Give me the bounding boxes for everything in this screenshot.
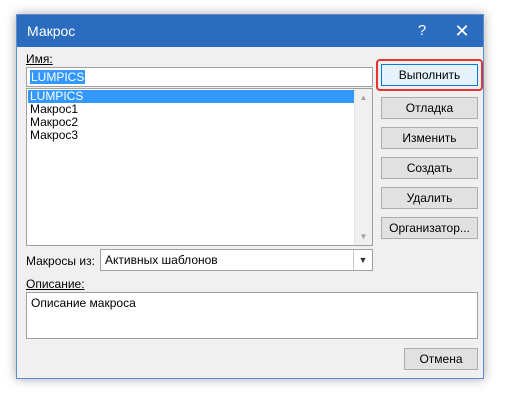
macro-list[interactable]: LUMPICS Макрос1 Макрос2 Макрос3 ▲ ▼: [26, 88, 373, 246]
title-bar: Макрос ? ✕: [17, 15, 483, 47]
help-button[interactable]: ?: [403, 15, 441, 47]
list-scrollbar[interactable]: ▲ ▼: [354, 89, 372, 245]
macro-dialog: Макрос ? ✕ Имя: LUMPICS LUMPICS Макрос1 …: [16, 14, 484, 379]
macros-from-value: Активных шаблонов: [105, 253, 218, 267]
scroll-up-icon[interactable]: ▲: [355, 89, 372, 106]
list-item-macro3[interactable]: Макрос3: [28, 129, 354, 142]
edit-button[interactable]: Изменить: [381, 127, 478, 149]
window-title: Макрос: [27, 23, 76, 39]
cancel-button[interactable]: Отмена: [404, 348, 478, 370]
chevron-down-icon[interactable]: ▼: [353, 250, 372, 270]
create-button[interactable]: Создать: [381, 157, 478, 179]
macros-from-select[interactable]: Активных шаблонов ▼: [100, 249, 373, 271]
scroll-down-icon[interactable]: ▼: [355, 228, 372, 245]
organizer-button[interactable]: Организатор...: [381, 217, 478, 239]
description-label: Описание:: [26, 277, 85, 291]
debug-button[interactable]: Отладка: [381, 97, 478, 119]
macro-name-input[interactable]: LUMPICS: [26, 67, 373, 87]
close-button[interactable]: ✕: [443, 15, 481, 47]
delete-button[interactable]: Удалить: [381, 187, 478, 209]
macro-name-value: LUMPICS: [30, 70, 86, 84]
description-text: Описание макроса: [31, 296, 136, 310]
name-label: Имя:: [26, 52, 53, 66]
description-box: Описание макроса: [26, 292, 478, 339]
macros-from-label: Макросы из:: [26, 254, 95, 268]
close-icon: ✕: [454, 21, 470, 41]
run-button[interactable]: Выполнить: [381, 64, 478, 86]
